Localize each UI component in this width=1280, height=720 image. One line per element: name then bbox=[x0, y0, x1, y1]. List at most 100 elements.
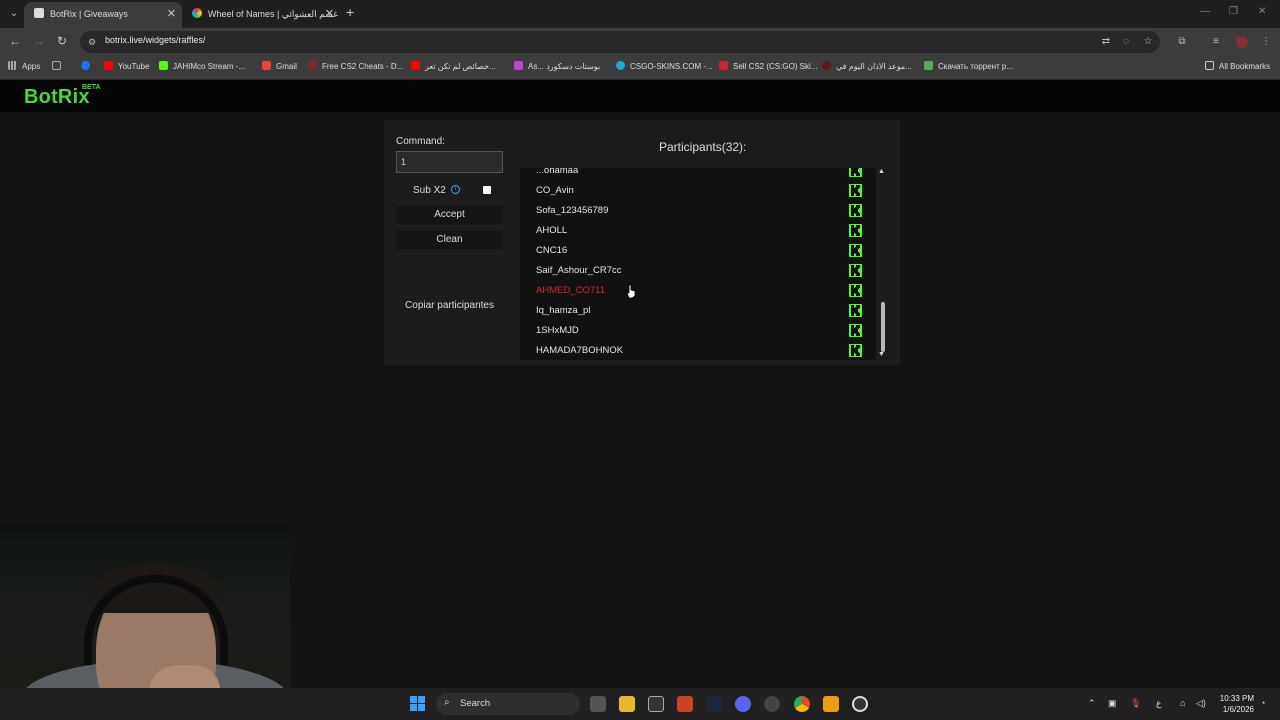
botrix-logo[interactable]: BotRix bbox=[24, 86, 90, 109]
profile-avatar-icon[interactable] bbox=[1236, 36, 1248, 48]
maximize-icon[interactable]: ❐ bbox=[1229, 6, 1238, 17]
participant-row[interactable]: AHOLL bbox=[520, 220, 862, 240]
volume-icon[interactable]: ◁) bbox=[1196, 698, 1206, 709]
participant-row[interactable]: CO_Avin bbox=[520, 180, 862, 200]
scroll-up-icon[interactable]: ▲ bbox=[878, 168, 885, 175]
participant-name: Saif_Ashour_CR7cc bbox=[536, 265, 622, 276]
kick-platform-icon bbox=[849, 204, 862, 217]
sub-x2-checkbox[interactable] bbox=[483, 186, 491, 194]
participant-row[interactable]: HAMADA7BOHNOK bbox=[520, 340, 862, 360]
bookmark-torrent[interactable]: Скачать торрент р... bbox=[924, 61, 1013, 71]
translate-icon[interactable]: ⇄ bbox=[1100, 36, 1112, 48]
bookmark-youtube[interactable]: YouTube bbox=[104, 61, 149, 71]
logitech-icon[interactable] bbox=[648, 696, 664, 712]
participants-list[interactable]: ...ohamaa CO_Avin Sofa_123456789 AHOLL CNC16… bbox=[520, 168, 876, 360]
cheats-icon bbox=[308, 61, 317, 70]
vlc-icon[interactable] bbox=[823, 696, 839, 712]
network-icon[interactable]: ⌂ bbox=[1180, 698, 1185, 708]
bookmark-cs2-cheats[interactable]: Free CS2 Cheats - D... bbox=[308, 61, 403, 71]
menu-icon[interactable]: ⋮ bbox=[1260, 36, 1272, 48]
participant-row[interactable]: CNC16 bbox=[520, 240, 862, 260]
windows-start-icon[interactable] bbox=[410, 696, 426, 712]
tab-label: BotRix | Giveaways bbox=[50, 9, 128, 19]
star-icon[interactable]: ☆ bbox=[1142, 36, 1154, 48]
participant-row[interactable]: Saif_Ashour_CR7cc bbox=[520, 260, 862, 280]
command-label: Command: bbox=[396, 136, 445, 147]
participant-row[interactable]: AHMED_CO711 bbox=[520, 280, 862, 300]
new-tab-icon[interactable]: + bbox=[346, 4, 354, 20]
youtube-icon bbox=[411, 61, 420, 70]
bookmarks-bar: Apps YouTube JAHIMco Stream -... Gmail F… bbox=[0, 56, 1280, 80]
bookmark-arabic-1[interactable]: خصائص لم تكن تعر... bbox=[411, 61, 496, 71]
participant-name: Iq_hamza_pl bbox=[536, 305, 591, 316]
wheel-favicon-icon bbox=[192, 8, 202, 18]
accept-button[interactable]: Accept bbox=[396, 206, 503, 224]
bookmark-csgo-skins[interactable]: CSGO-SKINS.COM -... bbox=[616, 61, 713, 71]
bookmark-jahimco[interactable]: JAHIMco Stream -... bbox=[159, 61, 245, 71]
bookmark-grid[interactable] bbox=[52, 61, 66, 71]
tab-strip: ⌄ BotRix | Giveaways ✕ Wheel of Names | … bbox=[0, 0, 1280, 28]
kick-platform-icon bbox=[849, 244, 862, 257]
sell-icon bbox=[719, 61, 728, 70]
microphone-icon[interactable]: 🎙 bbox=[1130, 698, 1141, 709]
bookmark-sell-cs2[interactable]: Sell CS2 (CS:GO) Ski... bbox=[719, 61, 817, 71]
file-explorer-icon[interactable] bbox=[619, 696, 635, 712]
torrent-icon bbox=[924, 61, 933, 70]
bookmark-facebook[interactable] bbox=[81, 61, 95, 71]
extensions-icon[interactable]: ⧉ bbox=[1176, 36, 1188, 48]
language-indicator[interactable]: ع bbox=[1156, 698, 1161, 709]
media-icon[interactable]: ≡ bbox=[1210, 36, 1222, 48]
bookmark-prayer-times[interactable]: موعد الاذان اليوم في... bbox=[822, 61, 912, 71]
back-icon[interactable]: ← bbox=[9, 34, 21, 48]
close-window-icon[interactable]: ✕ bbox=[1258, 6, 1266, 17]
tray-app-icon[interactable]: ▣ bbox=[1108, 698, 1117, 709]
bookmark-gmail[interactable]: Gmail bbox=[262, 61, 297, 71]
notifications-icon[interactable]: ◔ bbox=[1260, 698, 1265, 708]
tab-botrix[interactable]: BotRix | Giveaways ✕ bbox=[24, 2, 182, 28]
obs-icon[interactable] bbox=[764, 696, 780, 712]
taskbar-clock[interactable]: 10:33 PM 1/6/2026 bbox=[1210, 693, 1254, 715]
chrome-icon[interactable] bbox=[794, 696, 810, 712]
clean-button[interactable]: Clean bbox=[396, 231, 503, 249]
gmail-icon bbox=[262, 61, 271, 70]
scroll-down-icon[interactable]: ▼ bbox=[878, 351, 885, 358]
participant-row[interactable]: ...ohamaa bbox=[520, 168, 862, 180]
discord-icon[interactable] bbox=[735, 696, 751, 712]
scrollbar-thumb[interactable] bbox=[881, 302, 885, 352]
tab-search-icon[interactable]: ⌄ bbox=[6, 6, 22, 22]
info-icon[interactable]: i bbox=[451, 185, 460, 194]
forward-icon[interactable]: → bbox=[33, 34, 45, 48]
tab-label: Wheel of Names | غسم العشوائي bbox=[208, 9, 338, 19]
game-app-icon[interactable] bbox=[677, 696, 693, 712]
close-tab-icon[interactable]: ✕ bbox=[167, 2, 176, 26]
minimize-icon[interactable]: — bbox=[1200, 6, 1210, 17]
participant-row[interactable]: 1SHxMJD bbox=[520, 320, 862, 340]
hide-icon[interactable]: ◌ bbox=[1120, 36, 1132, 48]
participant-row[interactable]: Sofa_123456789 bbox=[520, 200, 862, 220]
participant-name: 1SHxMJD bbox=[536, 325, 579, 336]
bookmark-all[interactable]: All Bookmarks bbox=[1205, 61, 1270, 71]
command-input[interactable]: 1 bbox=[396, 151, 503, 173]
bookmark-apps[interactable]: Apps bbox=[8, 61, 40, 71]
participant-name: ...ohamaa bbox=[536, 168, 579, 176]
url-text: botrix.live/widgets/raffles/ bbox=[105, 35, 206, 45]
site-info-icon[interactable]: ⚙ bbox=[88, 36, 100, 48]
search-icon: ⌕ bbox=[444, 697, 450, 708]
csgo-skins-icon bbox=[616, 61, 625, 70]
gem-icon bbox=[514, 61, 523, 70]
tab-wheel-of-names[interactable]: Wheel of Names | غسم العشوائي ✕ bbox=[182, 2, 340, 28]
settings-icon[interactable] bbox=[852, 696, 868, 712]
bookmark-discord-posts[interactable]: As... بوستات دسكورد bbox=[514, 61, 600, 71]
tray-chevron-icon[interactable]: ⌃ bbox=[1088, 698, 1096, 709]
kick-platform-icon bbox=[849, 304, 862, 317]
participant-row[interactable]: Iq_hamza_pl bbox=[520, 300, 862, 320]
windows-taskbar: ⌕ Search ⌃ ▣ 🎙 ع ⌂ ◁) 10:33 PM 1/6/2026 … bbox=[0, 688, 1280, 720]
task-view-icon[interactable] bbox=[590, 696, 606, 712]
folder-icon bbox=[1205, 61, 1214, 70]
reload-icon[interactable]: ↻ bbox=[57, 34, 67, 48]
close-tab-icon[interactable]: ✕ bbox=[325, 2, 334, 26]
copy-participants-button[interactable]: Copiar participantes bbox=[396, 300, 503, 311]
steam-icon[interactable] bbox=[706, 696, 722, 712]
address-bar[interactable]: ⚙ botrix.live/widgets/raffles/ ⇄ ◌ ☆ bbox=[80, 31, 1160, 53]
taskbar-search[interactable]: ⌕ Search bbox=[436, 693, 580, 715]
